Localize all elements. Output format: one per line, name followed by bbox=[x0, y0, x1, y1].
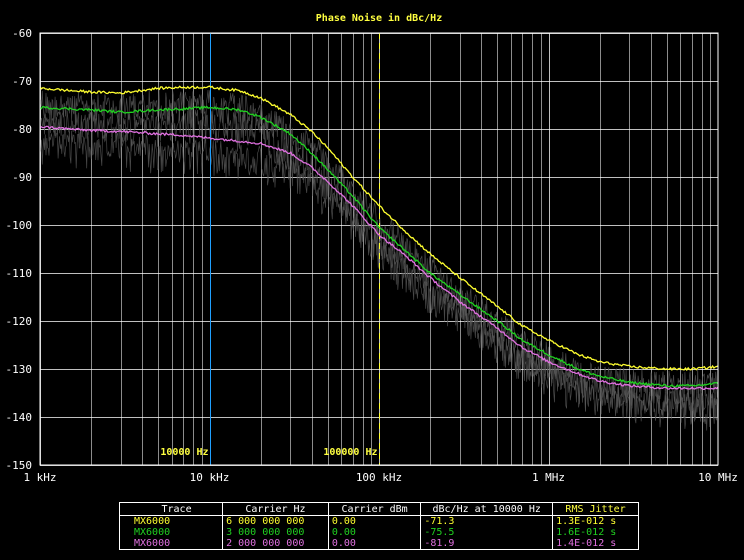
rms-jitter: 1.4E-012 s bbox=[552, 538, 639, 550]
dbc-hz-value: -81.9 bbox=[420, 538, 554, 550]
header-carrier-dbm: Carrier dBm bbox=[327, 502, 422, 516]
legend-row: MX6000 2 000 000 000 0.00 -81.9 1.4E-012… bbox=[118, 538, 639, 550]
y-axis-ticks: -60-70-80-90-100-110-120-130-140-150 bbox=[6, 27, 33, 472]
legend-row: MX6000 3 000 000 000 0.00 -75.5 1.6E-012… bbox=[118, 527, 639, 538]
header-carrier-hz: Carrier Hz bbox=[222, 502, 329, 516]
x-tick-label: 100 kHz bbox=[356, 471, 402, 484]
x-axis-ticks: 1 kHz 10 kHz 100 kHz 1 MHz 10 MHz bbox=[23, 471, 737, 484]
dbc-hz-value: -75.5 bbox=[420, 527, 554, 538]
y-tick-label: -70 bbox=[12, 75, 32, 88]
rms-jitter: 1.3E-012 s bbox=[552, 515, 639, 527]
header-rms-jitter: RMS Jitter bbox=[552, 502, 639, 516]
carrier-dbm: 0.00 bbox=[327, 515, 422, 527]
header-dbc-hz: dBc/Hz at 10000 Hz bbox=[420, 502, 554, 516]
y-tick-label: -130 bbox=[6, 363, 33, 376]
marker-label: 100000 Hz bbox=[323, 447, 377, 458]
carrier-dbm: 0.00 bbox=[327, 527, 422, 538]
trace-name: MX6000 bbox=[118, 538, 224, 550]
x-tick-label: 1 kHz bbox=[23, 471, 56, 484]
marker-label: 10000 Hz bbox=[160, 447, 208, 458]
header-trace: Trace bbox=[118, 502, 224, 516]
y-tick-label: -80 bbox=[12, 123, 32, 136]
y-tick-label: -90 bbox=[12, 171, 32, 184]
trace-name: MX6000 bbox=[118, 515, 224, 527]
trace-name: MX6000 bbox=[118, 527, 224, 538]
x-tick-label: 1 MHz bbox=[532, 471, 565, 484]
carrier-hz: 6 000 000 000 bbox=[222, 515, 329, 527]
carrier-dbm: 0.00 bbox=[327, 538, 422, 550]
rms-jitter: 1.6E-012 s bbox=[552, 527, 639, 538]
y-tick-label: -60 bbox=[12, 27, 32, 40]
y-tick-label: -110 bbox=[6, 267, 33, 280]
legend-header-row: Trace Carrier Hz Carrier dBm dBc/Hz at 1… bbox=[118, 502, 639, 516]
carrier-hz: 2 000 000 000 bbox=[222, 538, 329, 550]
phase-noise-chart: Phase Noise in dBc/Hz 10000 Hz 100000 Hz … bbox=[6, 12, 738, 484]
x-tick-label: 10 kHz bbox=[190, 471, 230, 484]
y-tick-label: -140 bbox=[6, 411, 33, 424]
y-tick-label: -120 bbox=[6, 315, 33, 328]
y-tick-label: -100 bbox=[6, 219, 33, 232]
trace-legend-table: Trace Carrier Hz Carrier dBm dBc/Hz at 1… bbox=[118, 502, 639, 550]
dbc-hz-value: -71.3 bbox=[420, 515, 554, 527]
chart-title: Phase Noise in dBc/Hz bbox=[316, 12, 442, 24]
legend-row: MX6000 6 000 000 000 0.00 -71.3 1.3E-012… bbox=[118, 515, 639, 527]
carrier-hz: 3 000 000 000 bbox=[222, 527, 329, 538]
x-tick-label: 10 MHz bbox=[698, 471, 738, 484]
